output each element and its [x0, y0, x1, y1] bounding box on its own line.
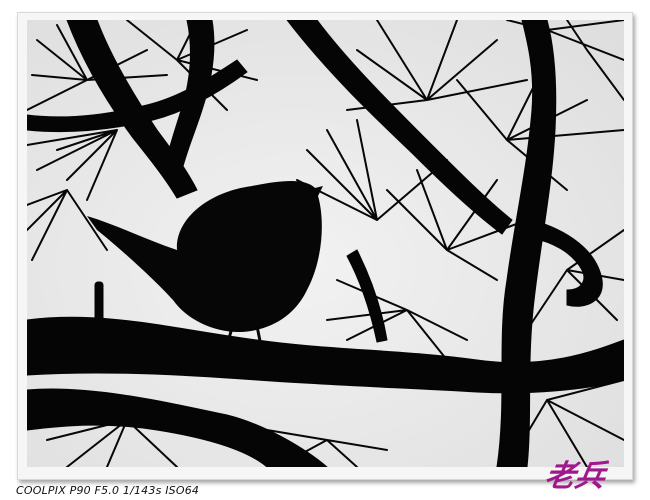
- silhouette-scene: [27, 20, 624, 467]
- signature-text: 老兵: [542, 459, 609, 494]
- exif-caption: COOLPIX P90 F5.0 1/143s ISO64: [16, 484, 200, 497]
- photo-frame: COOLPIX P90 F5.0 1/143s ISO64 老兵: [0, 0, 650, 500]
- photo: [27, 20, 624, 467]
